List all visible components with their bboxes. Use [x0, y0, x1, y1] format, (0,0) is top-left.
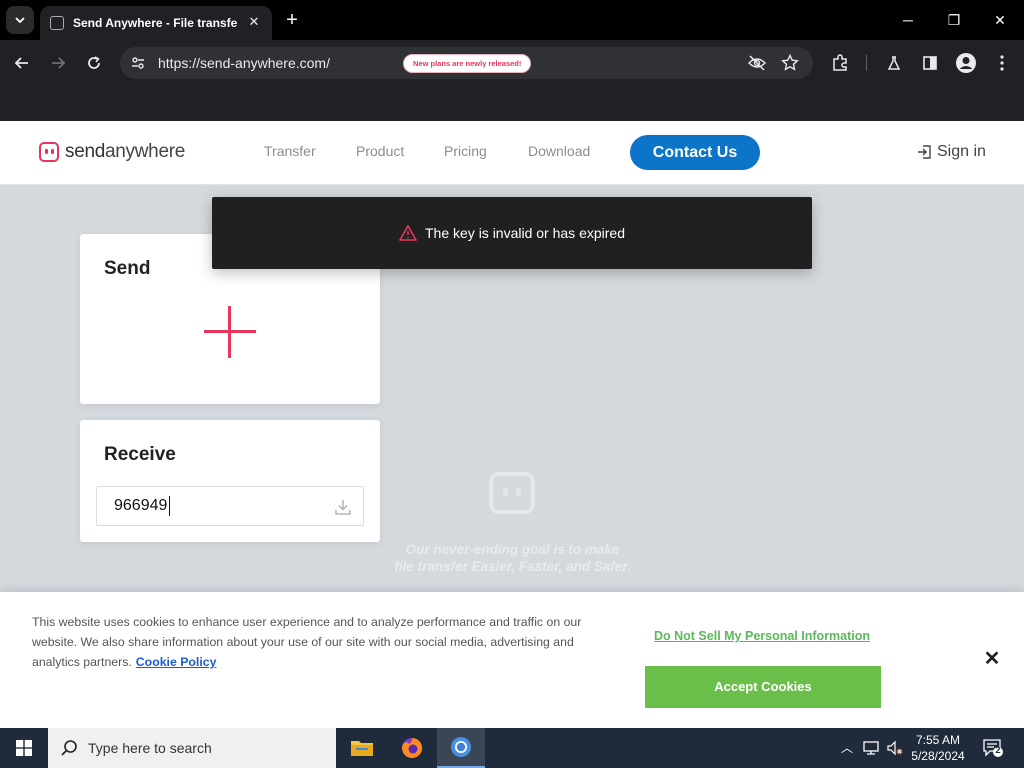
notification-center-button[interactable]: 2: [982, 738, 1004, 758]
send-title: Send: [104, 258, 151, 279]
clock-date: 5/28/2024: [911, 749, 965, 763]
logo-text-anywhere: anywhere: [105, 141, 185, 162]
tab-close-icon[interactable]: ✕: [246, 14, 262, 30]
add-file-plus-icon[interactable]: [204, 306, 256, 358]
nav-product[interactable]: Product: [356, 143, 404, 159]
site-header: sendanywhere Transfer Product Pricing Do…: [0, 121, 1024, 185]
error-toast: The key is invalid or has expired: [212, 197, 812, 269]
system-clock[interactable]: 7:55 AM 5/28/2024: [906, 732, 970, 764]
cookie-body: This website uses cookies to enhance use…: [32, 615, 582, 669]
logo-text-send: send: [65, 141, 106, 162]
taskbar-file-explorer[interactable]: [338, 728, 386, 768]
toolbar-divider: [866, 55, 867, 71]
tab-title: Send Anywhere - File transfer: [73, 16, 238, 30]
reload-icon: [88, 56, 100, 69]
bookmarks-bar: [0, 86, 1024, 121]
network-icon[interactable]: [862, 739, 880, 757]
cookie-banner: This website uses cookies to enhance use…: [0, 592, 1024, 728]
tray-chevron-up-icon[interactable]: ︿: [838, 739, 856, 757]
new-plans-badge[interactable]: New plans are newly released!: [403, 54, 532, 73]
receive-card: Receive: [80, 420, 380, 542]
chevron-down-icon: [15, 17, 25, 24]
cookie-policy-link[interactable]: Cookie Policy: [136, 655, 217, 669]
eye-slash-icon[interactable]: [747, 54, 767, 77]
new-tab-button[interactable]: +: [280, 8, 304, 32]
puzzle-icon: [833, 54, 847, 71]
clock-time: 7:55 AM: [915, 733, 961, 747]
extensions-button[interactable]: [826, 49, 854, 77]
volume-muted-icon[interactable]: [886, 739, 904, 757]
more-vertical-icon: [1000, 55, 1004, 71]
tagline: Our never-ending goal is to make file tr…: [350, 541, 675, 575]
contact-us-button[interactable]: Contact Us: [630, 135, 760, 170]
side-panel-icon: [923, 56, 937, 70]
send-anywhere-logo-icon: [39, 142, 59, 162]
arrow-left-icon: [14, 57, 28, 69]
folder-icon: [351, 741, 373, 756]
sign-in-icon: [918, 145, 931, 159]
labs-button[interactable]: [880, 49, 908, 77]
receive-key-input[interactable]: [96, 486, 364, 526]
site-logo[interactable]: sendanywhere: [39, 141, 185, 163]
flask-icon: [887, 56, 901, 70]
firefox-icon: [402, 737, 423, 758]
taskbar-firefox[interactable]: [388, 728, 436, 768]
download-icon[interactable]: [334, 498, 352, 516]
site-favicon-icon: [50, 16, 64, 30]
url-text: https://send-anywhere.com/: [158, 55, 330, 71]
reload-button[interactable]: [80, 49, 108, 77]
cookie-close-icon[interactable]: ✕: [982, 649, 1002, 669]
receive-title: Receive: [104, 444, 176, 465]
browser-tab-active[interactable]: Send Anywhere - File transfer ✕: [40, 6, 272, 40]
avatar-icon: [956, 53, 976, 73]
back-button[interactable]: [8, 49, 36, 77]
start-button[interactable]: [0, 728, 48, 768]
nav-transfer[interactable]: Transfer: [264, 143, 316, 159]
bookmark-star-icon[interactable]: [781, 53, 799, 77]
taskbar-search[interactable]: Type here to search: [48, 728, 336, 768]
chrome-icon: [451, 737, 471, 757]
warning-triangle-icon: [399, 225, 417, 241]
cookie-text: This website uses cookies to enhance use…: [32, 612, 622, 672]
taskbar-chrome[interactable]: [437, 728, 485, 768]
toast-message: The key is invalid or has expired: [425, 225, 625, 241]
do-not-sell-link[interactable]: Do Not Sell My Personal Information: [654, 629, 870, 643]
arrow-right-icon: [52, 57, 66, 69]
notification-count: 2: [995, 745, 1001, 755]
tab-search-button[interactable]: [6, 6, 34, 34]
browser-tab-bar: Send Anywhere - File transfer ✕ + ─ ❐ ✕: [0, 0, 1024, 40]
nav-pricing[interactable]: Pricing: [444, 143, 487, 159]
site-info-icon[interactable]: [128, 53, 148, 73]
sign-in-label: Sign in: [937, 143, 986, 160]
minimize-button[interactable]: ─: [888, 6, 928, 34]
windows-logo-icon: [16, 740, 32, 756]
browser-menu-button[interactable]: [988, 49, 1016, 77]
tagline-line-1: Our never-ending goal is to make: [405, 542, 620, 557]
text-caret: [169, 496, 170, 516]
tagline-line-2: file transfer Easier, Faster, and Safer.: [394, 559, 631, 574]
accept-cookies-button[interactable]: Accept Cookies: [645, 666, 881, 708]
send-anywhere-watermark-icon: [489, 472, 535, 514]
windows-taskbar: Type here to search ︿ 7:55 AM 5/28/2024 …: [0, 728, 1024, 768]
side-panel-button[interactable]: [916, 49, 944, 77]
profile-button[interactable]: [952, 49, 980, 77]
sign-in-link[interactable]: Sign in: [916, 143, 986, 161]
search-icon: [61, 740, 77, 756]
taskbar-search-placeholder: Type here to search: [88, 740, 212, 756]
restore-button[interactable]: ❐: [934, 6, 974, 34]
forward-button[interactable]: [44, 49, 72, 77]
nav-download[interactable]: Download: [528, 143, 590, 159]
window-close-button[interactable]: ✕: [980, 6, 1020, 34]
